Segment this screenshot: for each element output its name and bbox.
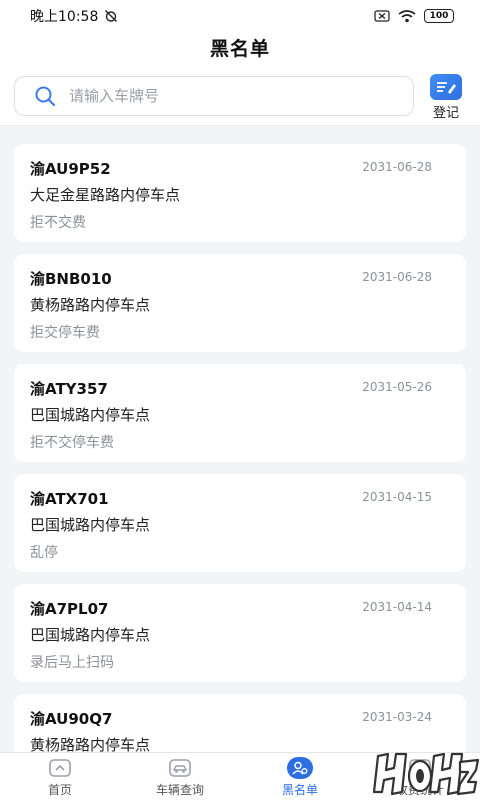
stats-icon: [407, 757, 433, 779]
blacklist-reason: 拒不交停车费: [30, 435, 114, 451]
plate-number: 渝BNB010: [30, 270, 112, 288]
record-date: 2031-05-26: [362, 380, 432, 394]
search-box[interactable]: [14, 76, 414, 116]
wifi-icon: [398, 9, 416, 23]
plate-number: 渝A7PL07: [30, 600, 109, 618]
sim-off-icon: [374, 10, 390, 22]
header: 黑名单 登记: [0, 32, 480, 126]
register-label: 登记: [432, 106, 459, 121]
record-date: 2031-03-24: [362, 710, 432, 724]
register-edit-icon: [430, 74, 462, 100]
plate-number: 渝AU90Q7: [30, 710, 113, 728]
record-date: 2031-06-28: [362, 160, 432, 174]
car-icon: [167, 757, 193, 779]
nav-blacklist[interactable]: 黑名单: [240, 753, 360, 800]
search-input[interactable]: [69, 87, 389, 105]
nav-vehicle-query-label: 车辆查询: [155, 783, 204, 797]
blacklist-card[interactable]: 渝AU9P52 2031-06-28 大足金星路路内停车点 拒不交费: [14, 144, 466, 242]
blacklist-card[interactable]: 渝AU90Q7 2031-03-24 黄杨路路内停车点: [14, 694, 466, 752]
parking-location: 黄杨路路内停车点: [30, 736, 151, 752]
register-button[interactable]: 登记: [424, 74, 468, 122]
blacklist-reason: 拒交停车费: [30, 325, 100, 341]
nav-fee-stats-label: 收费统计: [395, 783, 444, 797]
blacklist-list: 渝AU9P52 2031-06-28 大足金星路路内停车点 拒不交费 渝BNB0…: [0, 126, 480, 752]
parking-location: 巴国城路内停车点: [30, 516, 151, 534]
plate-number: 渝ATY357: [30, 380, 108, 398]
parking-location: 巴国城路内停车点: [30, 626, 151, 644]
status-time: 晚上10:58: [30, 9, 99, 25]
parking-location: 大足金星路路内停车点: [30, 186, 181, 204]
blacklist-card[interactable]: 渝BNB010 2031-06-28 黄杨路路内停车点 拒交停车费: [14, 254, 466, 352]
blacklist-card[interactable]: 渝ATX701 2031-04-15 巴国城路内停车点 乱停: [14, 474, 466, 572]
record-date: 2031-06-28: [362, 270, 432, 284]
plate-number: 渝AU9P52: [30, 160, 111, 178]
bottom-nav: 首页 车辆查询 黑名单 收费统计: [0, 752, 480, 800]
record-date: 2031-04-15: [362, 490, 432, 504]
record-date: 2031-04-14: [362, 600, 432, 614]
parking-location: 黄杨路路内停车点: [30, 296, 151, 314]
battery-indicator: 100: [424, 9, 454, 23]
parking-location: 巴国城路内停车点: [30, 406, 151, 424]
nav-home-label: 首页: [47, 783, 72, 797]
blacklist-reason: 拒不交费: [30, 215, 86, 231]
plate-number: 渝ATX701: [30, 490, 109, 508]
nav-vehicle-query[interactable]: 车辆查询: [120, 753, 240, 800]
alarm-off-icon: [104, 9, 118, 23]
nav-fee-stats[interactable]: 收费统计: [360, 753, 480, 800]
blacklist-card[interactable]: 渝ATY357 2031-05-26 巴国城路内停车点 拒不交停车费: [14, 364, 466, 462]
home-icon: [47, 757, 73, 779]
blacklist-card[interactable]: 渝A7PL07 2031-04-14 巴国城路内停车点 录后马上扫码: [14, 584, 466, 682]
nav-blacklist-label: 黑名单: [281, 783, 318, 797]
nav-home[interactable]: 首页: [0, 753, 120, 800]
blacklist-user-icon: [287, 757, 313, 779]
blacklist-reason: 乱停: [30, 545, 58, 561]
page-title: 黑名单: [209, 38, 270, 60]
search-icon: [33, 84, 57, 108]
blacklist-reason: 录后马上扫码: [30, 655, 114, 671]
status-bar: 晚上10:58 100: [0, 0, 480, 32]
